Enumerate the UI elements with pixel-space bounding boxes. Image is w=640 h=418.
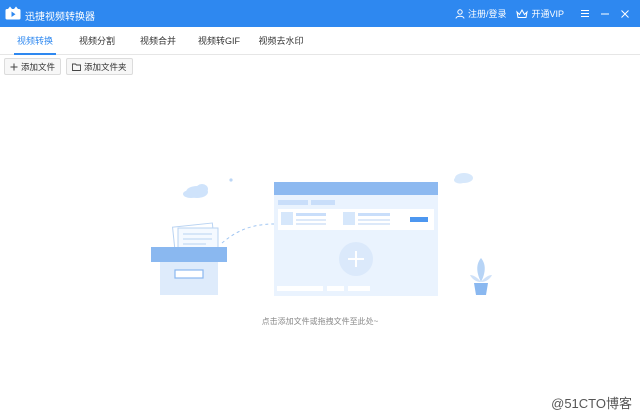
- window-mock-icon: [274, 182, 438, 296]
- document-box-icon: [151, 222, 227, 295]
- cloud-icon: [183, 184, 208, 198]
- plant-icon: [470, 258, 492, 295]
- decor-dot: [229, 178, 233, 182]
- watermark-text: @51CTO博客: [551, 396, 632, 411]
- cloud-icon: [454, 173, 473, 184]
- drop-hint-text[interactable]: 点击添加文件或拖拽文件至此处~: [0, 316, 640, 327]
- drop-zone-illustration[interactable]: [0, 0, 640, 418]
- dashed-arc: [221, 223, 275, 244]
